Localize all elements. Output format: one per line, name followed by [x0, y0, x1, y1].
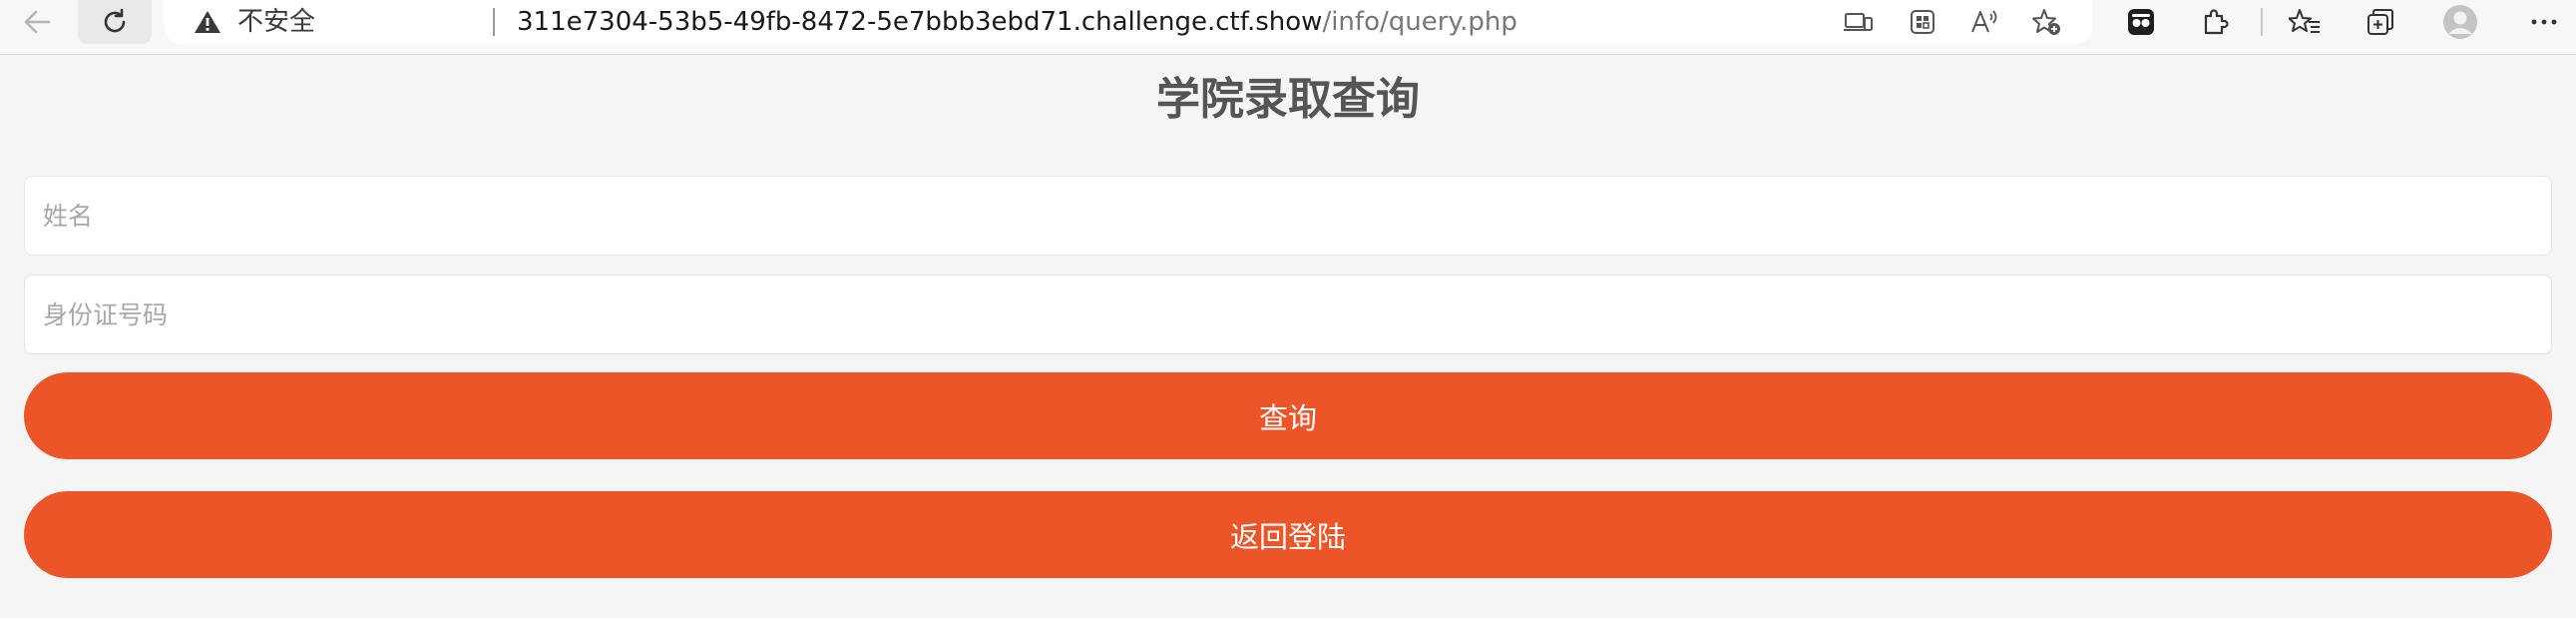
qr-code-icon[interactable] — [1906, 6, 1939, 38]
toolbar-divider — [2261, 8, 2263, 36]
extensions-puzzle-icon[interactable] — [2195, 4, 2235, 40]
query-button[interactable]: 查询 — [24, 372, 2552, 459]
back-arrow-icon — [22, 9, 52, 35]
reload-icon — [100, 7, 130, 37]
page-title: 学院录取查询 — [1156, 74, 1420, 125]
collections-icon[interactable] — [2361, 4, 2400, 40]
url-host: 311e7304-53b5-49fb-8472-5e7bbb3ebd71.cha… — [517, 7, 1323, 37]
more-menu-icon[interactable] — [2524, 4, 2564, 40]
browser-toolbar: 不安全 311e7304-53b5-49fb-8472-5e7bbb3ebd71… — [0, 0, 2576, 55]
url-path: /info/query.php — [1322, 7, 1517, 37]
app-available-icon[interactable] — [1842, 6, 1876, 38]
url-text[interactable]: 311e7304-53b5-49fb-8472-5e7bbb3ebd71.cha… — [517, 6, 1517, 38]
address-divider — [493, 8, 495, 36]
read-aloud-icon[interactable] — [1967, 6, 2001, 38]
reload-button[interactable] — [78, 0, 152, 44]
address-bar[interactable]: 不安全 311e7304-53b5-49fb-8472-5e7bbb3ebd71… — [164, 0, 2093, 44]
security-label[interactable]: 不安全 — [237, 6, 315, 38]
name-input[interactable] — [24, 176, 2552, 256]
id-number-input[interactable] — [24, 275, 2552, 354]
profile-avatar-icon[interactable] — [2440, 4, 2480, 40]
add-favorite-icon[interactable] — [2029, 6, 2063, 38]
back-to-login-button[interactable]: 返回登陆 — [24, 491, 2552, 578]
back-button[interactable] — [0, 0, 74, 44]
favorites-icon[interactable] — [2285, 4, 2325, 40]
extension-app-icon[interactable] — [2121, 4, 2161, 40]
warning-icon[interactable] — [194, 9, 221, 39]
